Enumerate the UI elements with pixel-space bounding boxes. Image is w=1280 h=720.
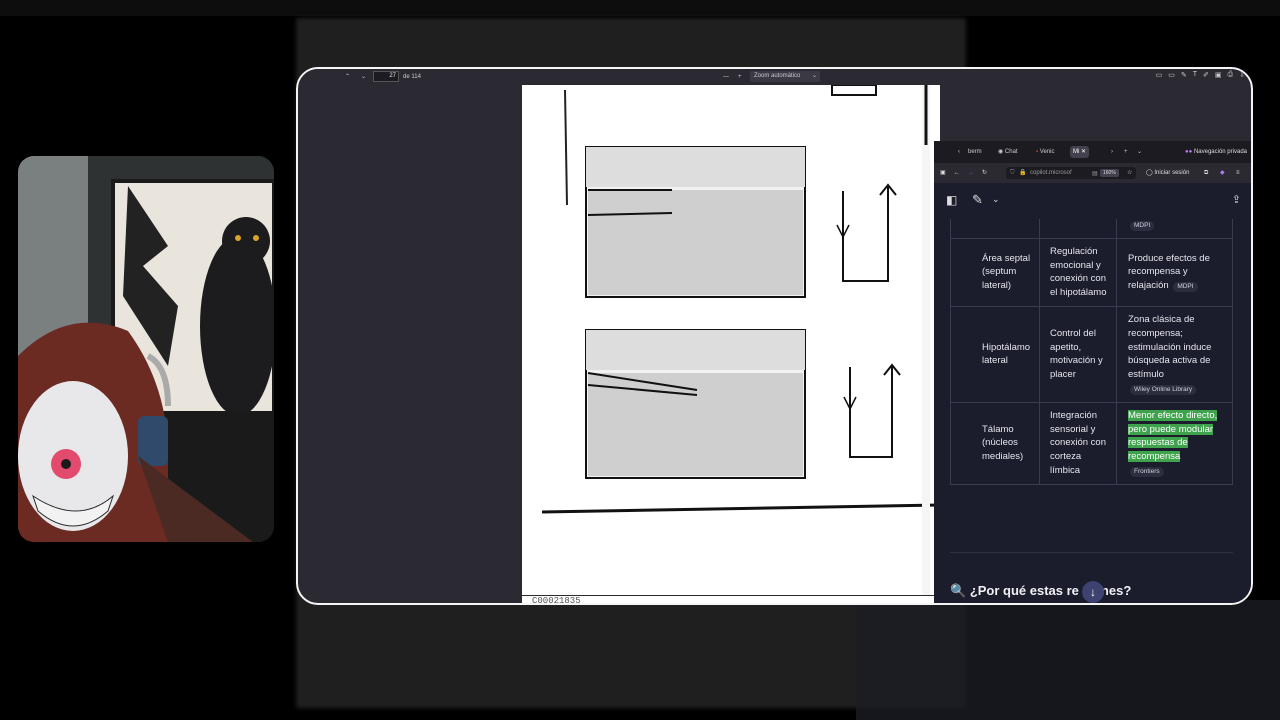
new-chat-icon[interactable]: ✎ xyxy=(972,192,983,208)
table-row: Hipotálamo lateral Control del apetito, … xyxy=(950,305,1233,403)
heading-text-start: ¿Por qué estas re xyxy=(969,583,1079,598)
private-browsing-indicator: ●● Navegación privada xyxy=(1185,146,1247,158)
draw-icon[interactable]: ✐ xyxy=(1203,71,1209,79)
effect-text: Produce efectos de recompensa y relajaci… xyxy=(1128,252,1210,292)
zoom-badge[interactable]: 160% xyxy=(1100,169,1119,177)
copilot-header: ◧ ✎ ⌄ ⇪ xyxy=(934,183,1251,219)
comment-icon[interactable]: ▭ xyxy=(1156,71,1163,79)
image-icon[interactable]: ▣ xyxy=(1215,71,1222,79)
next-page-icon[interactable]: ⌄ xyxy=(361,72,366,82)
chat-content: MDPI Área septal (septum lateral) Regula… xyxy=(934,219,1251,603)
zoom-in-icon[interactable]: + xyxy=(738,72,742,82)
table-cell-effect: Menor efecto directo, pero puede modular… xyxy=(1116,401,1233,485)
chat-icon: ◉ xyxy=(998,149,1005,155)
citation-badge[interactable]: Frontiers xyxy=(1130,466,1164,477)
citation-badge[interactable]: MDPI xyxy=(1130,221,1155,231)
section-heading: 🔍 ¿Por qué estas re nes? xyxy=(950,583,1131,599)
url-text: copilot.microsof xyxy=(1030,170,1072,176)
bookmark-star-icon[interactable]: ☆ xyxy=(1127,167,1132,179)
tab-3[interactable]: ▪ Venic xyxy=(1036,146,1054,158)
navigation-bar: ▣ ← → ↻ ⛉ 🔒 copilot.microsof ▤ 160% ☆ ◯ … xyxy=(934,163,1251,183)
pdf-page xyxy=(522,85,940,595)
heading-text-end: nes? xyxy=(1100,583,1132,598)
table-cell-function xyxy=(1039,219,1117,239)
response-table: MDPI Área septal (septum lateral) Regula… xyxy=(950,219,1233,485)
table-cell-function: Regulación emocional y conexión con el h… xyxy=(1039,237,1117,307)
scanned-figure xyxy=(541,85,940,595)
section-divider xyxy=(950,552,1233,553)
shield-icon: ⛉ xyxy=(1010,170,1015,176)
pdf-toolbar: ⌃ ⌄ 27 de 114 — + Zoom automático ⌄ ▭ ▭ … xyxy=(298,69,1251,85)
private-browsing-label: Navegación privada xyxy=(1193,149,1247,155)
menu-icon[interactable]: ≡ xyxy=(1236,167,1240,179)
text-icon[interactable]: T xyxy=(1193,71,1197,79)
background-blurred-panel xyxy=(856,600,1280,720)
sign-in-label: Iniciar sesión xyxy=(1154,170,1190,176)
highlight-icon[interactable]: ▭ xyxy=(1168,71,1175,79)
browser-window: ‹ berm ◉ Chat ▪ Venic Mi ✕ › + ⌄ ●● Nave… xyxy=(934,141,1251,603)
table-row: Área septal (septum lateral) Regulación … xyxy=(950,237,1233,307)
tab-list-forward-icon[interactable]: › xyxy=(1111,146,1113,158)
tab-1[interactable]: berm xyxy=(968,146,982,158)
share-icon[interactable]: ⇪ xyxy=(1232,193,1241,206)
page-number-input[interactable]: 27 xyxy=(373,71,399,82)
tab-2-label: Chat xyxy=(1004,149,1018,155)
print-icon[interactable]: ⎙ xyxy=(1228,71,1234,79)
tab-list-back-icon[interactable]: ‹ xyxy=(958,146,960,158)
reload-icon[interactable]: ↻ xyxy=(982,167,987,179)
webcam-feed xyxy=(18,156,274,542)
webcam-image xyxy=(18,156,274,542)
tab-4-label: Mi xyxy=(1073,149,1080,155)
table-row: MDPI xyxy=(950,219,1233,239)
table-cell-region: Tálamo (núcleos mediales) xyxy=(950,401,1040,485)
table-cell-region xyxy=(950,219,1040,239)
extension-badge-icon[interactable]: ◆ xyxy=(1220,167,1225,179)
table-cell-function: Integración sensorial y conexión con cor… xyxy=(1039,401,1117,485)
pdf-page-footer: C00021835 xyxy=(522,596,940,603)
lock-icon: 🔒 xyxy=(1019,170,1027,176)
pdf-viewer-window: ⌃ ⌄ 27 de 114 — + Zoom automático ⌄ ▭ ▭ … xyxy=(296,67,1253,605)
highlighted-effect-text: Menor efecto directo, pero puede modular… xyxy=(1128,409,1218,463)
citation-badge[interactable]: Wiley Online Library xyxy=(1130,384,1197,395)
extensions-icon[interactable]: ⧉ xyxy=(1204,167,1208,179)
mask-icon: ●● xyxy=(1185,149,1194,155)
table-cell-effect: MDPI xyxy=(1116,219,1233,239)
table-cell-effect: Produce efectos de recompensa y relajaci… xyxy=(1116,237,1233,307)
effect-text: Zona clásica de recompensa; estimulación… xyxy=(1128,313,1212,381)
chevron-down-icon[interactable]: ⌄ xyxy=(992,194,1000,205)
table-cell-region: Hipotálamo lateral xyxy=(950,305,1040,403)
reader-icon: ▤ xyxy=(1092,171,1098,177)
forward-icon[interactable]: → xyxy=(968,167,974,179)
tab-4-active[interactable]: Mi ✕ xyxy=(1070,146,1090,158)
sign-in-button[interactable]: ◯ Iniciar sesión xyxy=(1146,167,1189,179)
sidebar-icon[interactable]: ▣ xyxy=(940,167,946,179)
arrow-down-icon: ↓ xyxy=(1090,585,1096,599)
magnifier-icon: 🔍 xyxy=(950,583,967,598)
citation-badge[interactable]: MDPI xyxy=(1173,282,1198,293)
table-cell-region: Área septal (septum lateral) xyxy=(950,237,1040,307)
tab-bar: ‹ berm ◉ Chat ▪ Venic Mi ✕ › + ⌄ ●● Nave… xyxy=(934,141,1251,163)
chevron-down-icon: ⌄ xyxy=(811,73,817,79)
tab-2[interactable]: ◉ Chat xyxy=(998,146,1018,158)
close-tab-icon[interactable]: ✕ xyxy=(1081,149,1086,155)
zoom-select[interactable]: Zoom automático ⌄ xyxy=(750,71,820,82)
scroll-down-button[interactable]: ↓ xyxy=(1082,581,1104,603)
table-row: Tálamo (núcleos mediales) Integración se… xyxy=(950,401,1233,485)
tab-list-icon[interactable]: ⌄ xyxy=(1137,146,1142,158)
pdf-tools: ▭ ▭ ✎ T ✐ ▣ ⎙ ⇩ xyxy=(1156,71,1245,79)
background-top-bar xyxy=(0,0,1280,16)
sidebar-toggle-icon[interactable]: ◧ xyxy=(946,193,957,207)
previous-page-icon[interactable]: ⌃ xyxy=(345,72,350,82)
new-tab-icon[interactable]: + xyxy=(1124,146,1128,158)
table-cell-effect: Zona clásica de recompensa; estimulación… xyxy=(1116,305,1233,403)
save-icon[interactable]: ⇩ xyxy=(1239,71,1245,79)
page-total-label: de 114 xyxy=(403,74,421,80)
tab-3-label: Venic xyxy=(1039,149,1055,155)
pen-icon[interactable]: ✎ xyxy=(1181,71,1187,79)
zoom-select-value: Zoom automático xyxy=(754,73,801,79)
zoom-out-icon[interactable]: — xyxy=(723,72,729,82)
back-icon[interactable]: ← xyxy=(954,167,960,179)
table-cell-function: Control del apetito, motivación y placer xyxy=(1039,305,1117,403)
